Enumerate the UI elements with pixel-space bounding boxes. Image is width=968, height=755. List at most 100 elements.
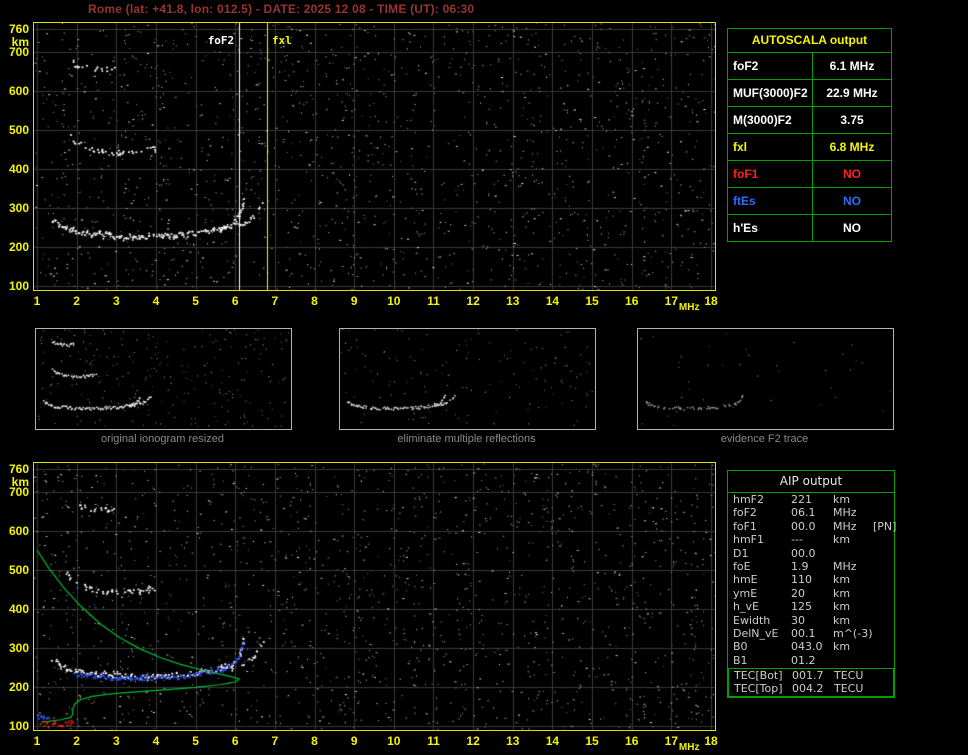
aip-row-value: 1.9 bbox=[791, 559, 809, 573]
x-axis-tick-label: 1 bbox=[33, 294, 41, 308]
aip-row-extra bbox=[873, 627, 894, 640]
x-axis-tick-label: 14 bbox=[545, 294, 560, 308]
autoscala-output-table: AUTOSCALA output foF2 6.1 MHz MUF(3000)F2 2… bbox=[727, 28, 892, 242]
aip-row-value: 00.1 bbox=[791, 626, 816, 640]
x-axis-tick-label: 7 bbox=[271, 734, 279, 748]
aip-row-label: hmF1 bbox=[733, 533, 765, 547]
aip-row-extra: [PN] bbox=[873, 519, 897, 533]
autoscala-row: ftEs NO bbox=[728, 188, 891, 215]
autoscala-row-label: MUF(3000)F2 bbox=[728, 80, 813, 106]
aip-row-value: 125 bbox=[791, 600, 812, 614]
thumbnail-evidence-f2 bbox=[637, 328, 894, 430]
aip-row: DelN_vE 00.1 m^(-3) bbox=[728, 627, 894, 640]
aip-row-value: 001.7 bbox=[792, 669, 824, 683]
aip-row-extra bbox=[873, 614, 894, 627]
aip-row-label: hmF2 bbox=[733, 493, 765, 506]
autoscala-table-title: AUTOSCALA output bbox=[728, 29, 891, 53]
aip-ionogram-frame bbox=[33, 462, 716, 731]
x-axis-tick-label: 14 bbox=[545, 734, 560, 748]
autoscala-row: foF1 NO bbox=[728, 161, 891, 188]
x-axis-tick-label: 6 bbox=[231, 294, 239, 308]
aip-row-value: 043.0 bbox=[791, 640, 823, 654]
x-axis-tick-label: 5 bbox=[192, 294, 199, 308]
autoscala-row-label: h'Es bbox=[728, 215, 813, 241]
aip-row-label: D1 bbox=[733, 546, 749, 560]
y-axis-tick-label: 100 bbox=[8, 279, 29, 293]
aip-row-label: Ewidth bbox=[733, 613, 771, 627]
autoscala-row-value: NO bbox=[843, 194, 861, 208]
aip-row-unit: MHz bbox=[833, 559, 857, 573]
aip-row-value: 30 bbox=[791, 613, 805, 627]
x-axis-tick-label: 2 bbox=[73, 734, 80, 748]
x-axis-tick-label: 1 bbox=[33, 734, 41, 748]
aip-row-extra bbox=[873, 560, 894, 573]
x-axis-unit-label: MHz bbox=[678, 742, 700, 753]
aip-row-unit: MHz bbox=[833, 506, 857, 520]
x-axis-tick-label: 12 bbox=[466, 294, 480, 308]
aip-table-rows: hmF2 221 km foF2 06.1 MHz foF1 00.0 MHz [PN] hmF1 -… bbox=[728, 493, 897, 667]
y-axis-tick-label: 500 bbox=[8, 123, 29, 138]
x-axis-tick-label: 8 bbox=[311, 294, 318, 308]
autoscala-row-label: foF2 bbox=[728, 53, 813, 79]
x-axis-tick-label: 11 bbox=[427, 734, 440, 748]
aip-row-value: 20 bbox=[791, 586, 805, 600]
fxl-line-label: fxl bbox=[271, 34, 292, 47]
autoscala-row-label: M(3000)F2 bbox=[728, 107, 813, 133]
aip-row: foF2 06.1 MHz bbox=[728, 506, 894, 519]
thumbnail-caption-evidence: evidence F2 trace bbox=[720, 433, 809, 445]
autoscala-row-value: 6.8 MHz bbox=[829, 140, 875, 154]
thumbnail-caption-eliminate: eliminate multiple reflections bbox=[397, 433, 536, 445]
aip-row-unit: km bbox=[833, 586, 851, 600]
aip-row-extra bbox=[873, 654, 894, 667]
y-axis-unit-label: km bbox=[11, 35, 29, 49]
x-axis-tick-label: 10 bbox=[387, 294, 401, 308]
aip-row: hmE 110 km bbox=[728, 573, 894, 586]
x-axis-tick-label: 5 bbox=[192, 734, 199, 748]
x-axis-tick-label: 12 bbox=[466, 734, 480, 748]
y-axis-tick-label: 400 bbox=[8, 162, 29, 177]
aip-row: D1 00.0 bbox=[728, 547, 894, 560]
y-axis-tick-label: 200 bbox=[8, 680, 29, 695]
autoscala-table-rows: foF2 6.1 MHz MUF(3000)F2 22.9 MHz M(3000)F2 3… bbox=[728, 53, 891, 241]
aip-row: hmF2 221 km bbox=[728, 493, 894, 506]
x-axis-tick-label: 16 bbox=[625, 294, 639, 308]
y-axis-tick-label: 600 bbox=[8, 84, 29, 99]
x-axis-tick-label: 4 bbox=[152, 294, 160, 308]
aip-row-unit: TECU bbox=[834, 682, 864, 696]
aip-row-unit: km bbox=[833, 573, 851, 587]
aip-row-extra bbox=[873, 587, 894, 600]
aip-row-value: 01.2 bbox=[791, 653, 816, 667]
aip-output-table: AIP output hmF2 221 km foF2 06.1 MHz foF1 00.0 M… bbox=[727, 470, 897, 698]
autoscala-row-value: 3.75 bbox=[840, 113, 864, 127]
aip-row-unit: TECU bbox=[834, 669, 864, 683]
y-axis-tick-label: 760 bbox=[8, 462, 29, 476]
y-axis-tick-label: 300 bbox=[8, 641, 29, 656]
aip-row-unit: km bbox=[833, 613, 851, 627]
x-axis-tick-label: 3 bbox=[112, 734, 120, 748]
aip-row-value: 00.0 bbox=[791, 519, 816, 533]
thumbnail-caption-original: original ionogram resized bbox=[101, 433, 224, 445]
y-axis-tick-label: 100 bbox=[8, 719, 29, 733]
autoscala-row-value: 6.1 MHz bbox=[829, 59, 875, 73]
aip-row: B1 01.2 bbox=[728, 654, 894, 667]
thumbnail-original-canvas bbox=[36, 329, 289, 427]
autoscala-row: foF2 6.1 MHz bbox=[728, 53, 891, 80]
aip-row: Ewidth 30 km bbox=[728, 614, 894, 627]
aip-row-unit: km bbox=[833, 640, 851, 654]
aip-row-label: DelN_vE bbox=[733, 626, 779, 640]
aip-row: h_vE 125 km bbox=[728, 600, 894, 613]
thumbnail-eliminate-canvas bbox=[340, 329, 593, 427]
x-axis-tick-label: 13 bbox=[506, 734, 520, 748]
autoscala-row-value: NO bbox=[843, 221, 861, 235]
aip-row: foE 1.9 MHz bbox=[728, 560, 894, 573]
y-axis-tick-label: 200 bbox=[8, 240, 29, 255]
aip-row-extra bbox=[874, 682, 893, 695]
aip-row-label: foE bbox=[733, 559, 751, 573]
autoscala-row: M(3000)F2 3.75 bbox=[728, 107, 891, 134]
aip-row-value: 004.2 bbox=[792, 682, 824, 696]
aip-row-extra bbox=[873, 506, 894, 519]
aip-row-label: B1 bbox=[733, 653, 748, 667]
aip-row-label: TEC[Bot] bbox=[734, 669, 783, 683]
aip-row-unit bbox=[833, 547, 873, 560]
aip-row-extra bbox=[873, 600, 894, 613]
